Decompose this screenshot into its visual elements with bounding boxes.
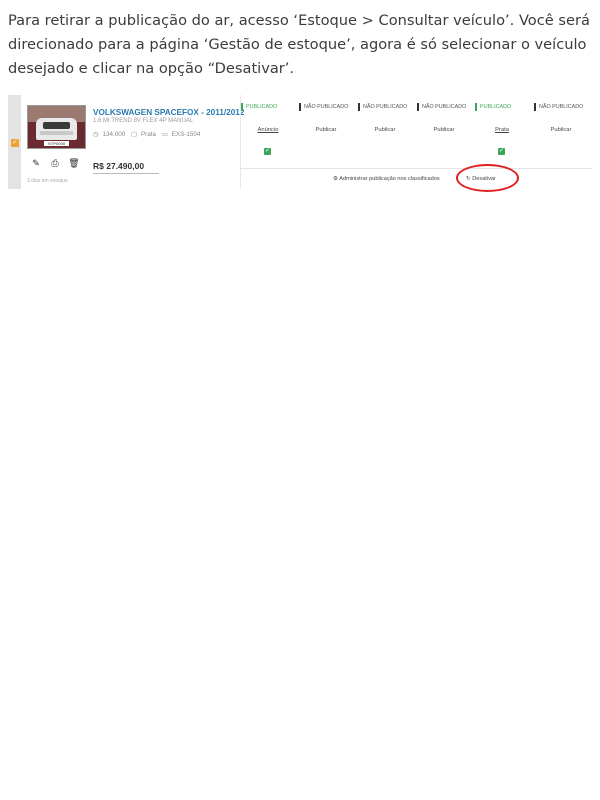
- clock-icon: ◷: [93, 131, 99, 138]
- vehicle-price: R$ 27.490,00: [93, 161, 145, 171]
- gear-icon: ⚙: [333, 176, 339, 182]
- portal-column-6: NÃO PUBLICADO Publicar: [534, 103, 592, 165]
- ad-link[interactable]: Anúncio: [241, 127, 295, 133]
- tag-icon: ▢: [131, 131, 137, 138]
- published-checkbox[interactable]: ✓: [264, 148, 271, 155]
- portal-column-4: NÃO PUBLICADO Publicar: [417, 103, 475, 165]
- status-badge: PUBLICADO: [475, 103, 511, 111]
- days-in-stock: 3 dias em estoque: [27, 178, 68, 184]
- highlight-circle: [456, 164, 519, 192]
- row-checkbox[interactable]: ✓: [11, 139, 19, 147]
- vehicle-title[interactable]: VOLKSWAGEN SPACEFOX - 2011/2012: [93, 108, 244, 117]
- admin-publication-label: Administrar publicação nos classificados: [339, 176, 440, 182]
- footer-divider: [240, 168, 592, 169]
- portal-column-5: PUBLICADO Prata ✓: [475, 103, 533, 165]
- portal-column-2: NÃO PUBLICADO Publicar: [299, 103, 357, 165]
- vehicle-subtitle: 1.6 MI TREND 8V FLEX 4P MANUAL: [93, 118, 194, 124]
- portal-column-1: PUBLICADO Anúncio ✓: [241, 103, 299, 165]
- vehicle-color: Prata: [140, 131, 157, 138]
- photo-plate-text: NTP5008: [44, 141, 69, 146]
- publish-button[interactable]: Publicar: [358, 127, 412, 133]
- stock-management-screenshot: ✓ NTP5008 ✎ ⎙ 🗑 VOLKSWAGEN SPACEFOX - 20…: [8, 95, 592, 192]
- mileage: 134.000: [102, 131, 126, 138]
- status-badge: NÃO PUBLICADO: [534, 103, 583, 111]
- vehicle-photo[interactable]: NTP5008: [27, 105, 86, 149]
- vehicle-plate: EXS-1504: [171, 131, 201, 138]
- vehicle-tools: ✎ ⎙ 🗑: [27, 157, 84, 170]
- status-badge: NÃO PUBLICADO: [358, 103, 407, 111]
- status-badge: PUBLICADO: [241, 103, 277, 111]
- pencil-icon[interactable]: ✎: [27, 157, 45, 170]
- publish-button[interactable]: Publicar: [417, 127, 471, 133]
- plate-icon: ▭: [161, 131, 168, 138]
- publish-button[interactable]: Publicar: [534, 127, 588, 133]
- instruction-text: Para retirar a publicação do ar, acesso …: [8, 12, 590, 77]
- portal-column-3: NÃO PUBLICADO Publicar: [358, 103, 416, 165]
- published-checkbox[interactable]: ✓: [498, 148, 505, 155]
- status-badge: NÃO PUBLICADO: [299, 103, 348, 111]
- price-divider: [93, 173, 159, 174]
- status-badge: NÃO PUBLICADO: [417, 103, 466, 111]
- trash-icon[interactable]: 🗑: [65, 157, 83, 170]
- publish-button[interactable]: Publicar: [299, 127, 353, 133]
- ad-link[interactable]: Prata: [475, 127, 529, 133]
- printer-icon[interactable]: ⎙: [46, 157, 64, 170]
- vehicle-specs: ◷ 134.000 ▢ Prata ▭ EXS-1504: [93, 131, 204, 138]
- admin-publication-link[interactable]: ⚙ Administrar publicação nos classificad…: [333, 176, 440, 182]
